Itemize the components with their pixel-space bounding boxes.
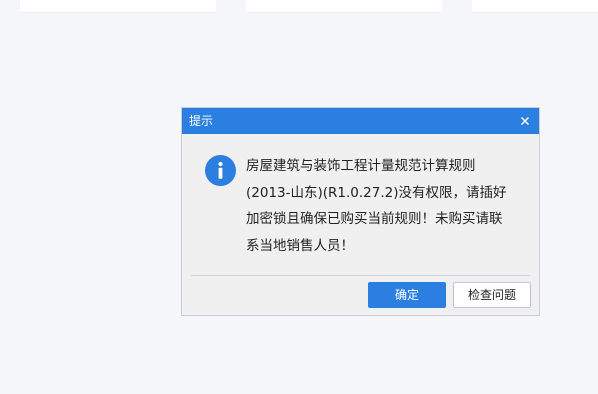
background-card bbox=[246, 0, 442, 13]
alert-dialog: 提示 房屋建筑与装饰工程计量规范计算规则 (2013-山东)(R1.0.27.2… bbox=[181, 107, 540, 316]
background-card bbox=[472, 0, 598, 13]
message-line: (2013-山东)(R1.0.27.2)没有权限，请插好 bbox=[246, 184, 507, 201]
dialog-divider bbox=[191, 275, 530, 276]
close-icon bbox=[521, 117, 529, 125]
message-line: 加密锁且确保已购买当前规则！未购买请联 bbox=[246, 211, 503, 227]
dialog-title: 提示 bbox=[189, 114, 214, 128]
dialog-message: 房屋建筑与装饰工程计量规范计算规则 (2013-山东)(R1.0.27.2)没有… bbox=[246, 153, 526, 259]
confirm-button[interactable]: 确定 bbox=[368, 282, 446, 308]
check-issue-button[interactable]: 检查问题 bbox=[453, 282, 531, 308]
close-button[interactable] bbox=[515, 111, 535, 131]
message-line: 房屋建筑与装饰工程计量规范计算规则 bbox=[246, 158, 476, 174]
background-card bbox=[20, 0, 216, 13]
dialog-titlebar: 提示 bbox=[182, 108, 539, 134]
info-icon bbox=[205, 155, 236, 186]
message-line: 系当地销售人员！ bbox=[246, 237, 354, 254]
